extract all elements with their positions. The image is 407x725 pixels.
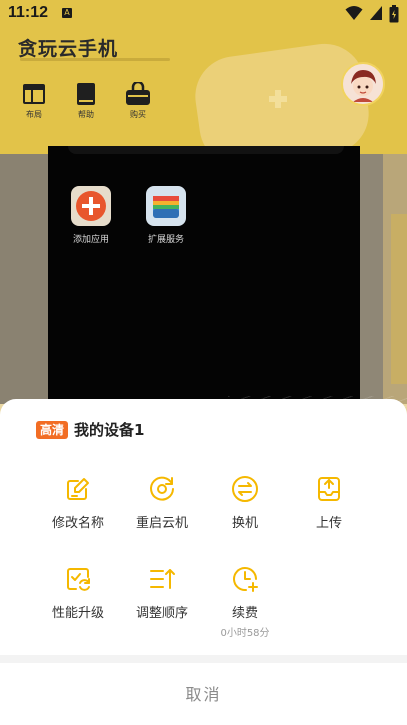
- phone-topbar: [68, 146, 344, 154]
- action-label: 重启云机: [135, 516, 188, 531]
- quick-action-label: 布局: [26, 110, 42, 119]
- sheet-header: 高清 我的设备1: [36, 419, 144, 440]
- clock-icon: [230, 564, 260, 594]
- restart-button[interactable]: 重启云机: [120, 474, 204, 531]
- device-action-sheet: 高清 我的设备1 修改名称 重启云机 换机 上传 性能升级 调整顺序 续费 0小…: [0, 399, 407, 725]
- side-strip: [383, 154, 407, 404]
- wifi-icon: [345, 6, 363, 20]
- status-bar: 11:12 A: [0, 0, 407, 28]
- swap-device-button[interactable]: 换机: [203, 474, 287, 531]
- quick-action-label: 帮助: [78, 110, 94, 119]
- quick-action-label: 购买: [130, 110, 146, 119]
- upgrade-icon: [63, 564, 93, 594]
- swap-icon: [230, 474, 260, 504]
- upload-icon: [314, 474, 344, 504]
- app-label: 扩展服务: [147, 235, 184, 245]
- action-label: 上传: [315, 516, 342, 531]
- wallet-icon: [146, 186, 186, 226]
- rename-button[interactable]: 修改名称: [36, 474, 120, 531]
- renew-button[interactable]: 续费 0小时58分: [203, 564, 287, 639]
- quick-action-buy[interactable]: 购买: [118, 82, 158, 120]
- battery-icon: [389, 5, 399, 23]
- action-label: 续费: [231, 606, 258, 621]
- reorder-icon: [147, 564, 177, 594]
- sheet-divider: [0, 655, 407, 663]
- shopping-bag-icon: [126, 82, 150, 105]
- notification-icon: A: [62, 8, 72, 18]
- status-time: 11:12: [8, 4, 49, 21]
- signal-icon: [370, 6, 382, 20]
- action-label: 性能升级: [51, 606, 104, 621]
- action-label: 调整顺序: [135, 606, 188, 621]
- add-app-icon: [71, 186, 111, 226]
- app-title: 贪玩云手机: [18, 38, 119, 60]
- title-underline: [20, 58, 170, 61]
- layout-icon: [23, 84, 45, 104]
- plus-decoration-icon: [269, 90, 287, 108]
- quick-action-layout[interactable]: 布局: [14, 82, 54, 120]
- cancel-button[interactable]: 取消: [0, 663, 407, 723]
- left-strip: [0, 154, 48, 404]
- app-label: 添加应用: [72, 235, 109, 245]
- reorder-button[interactable]: 调整顺序: [120, 564, 204, 621]
- edit-icon: [63, 474, 93, 504]
- quality-badge: 高清: [36, 420, 69, 439]
- upgrade-button[interactable]: 性能升级: [36, 564, 120, 621]
- app-header: 11:12 A 贪玩云手机 布局 帮助 购买: [0, 0, 407, 154]
- device-name: 我的设备1: [74, 421, 145, 439]
- action-label: 换机: [231, 516, 258, 531]
- remaining-time: 0小时58分: [220, 628, 270, 639]
- restart-icon: [147, 474, 177, 504]
- user-avatar-icon: [351, 70, 376, 102]
- cloud-phone-screen[interactable]: 添加应用 扩展服务: [48, 146, 407, 466]
- app-extension[interactable]: 扩展服务: [131, 186, 201, 245]
- book-icon: [77, 83, 95, 105]
- upload-button[interactable]: 上传: [287, 474, 371, 531]
- app-add[interactable]: 添加应用: [56, 186, 126, 245]
- avatar[interactable]: [341, 62, 385, 106]
- action-label: 修改名称: [51, 516, 104, 531]
- quick-action-help[interactable]: 帮助: [66, 82, 106, 120]
